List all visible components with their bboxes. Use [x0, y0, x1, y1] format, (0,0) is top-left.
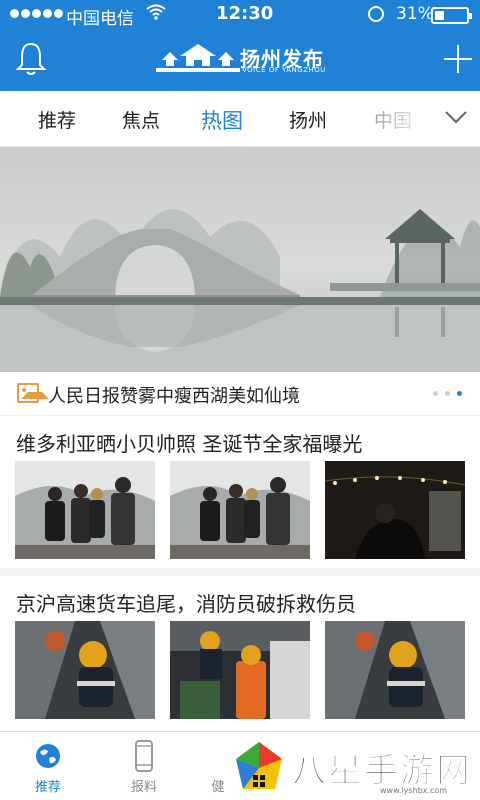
battery-percent: 31%	[396, 4, 434, 24]
signal-icon	[10, 9, 63, 18]
hero-caption-bar[interactable]: 人民日报赞雾中瘦西湖美如仙境	[0, 372, 480, 416]
carousel-dot	[445, 391, 450, 396]
app-logo: 扬州发布 VOICE OF YANGZHOU	[156, 42, 326, 76]
hero-image[interactable]	[0, 147, 480, 372]
rotation-lock-icon	[368, 6, 384, 22]
news-thumbnail[interactable]	[170, 461, 310, 559]
hero-caption: 人民日报赞雾中瘦西湖美如仙境	[48, 386, 300, 407]
carrier-label: 中国电信	[66, 9, 134, 29]
bell-icon[interactable]	[14, 41, 48, 77]
news-title[interactable]: 维多利亚晒小贝帅照 圣诞节全家福曝光	[16, 428, 362, 457]
carousel-dot-active	[457, 391, 462, 396]
news-thumbnail[interactable]	[170, 621, 310, 719]
battery-fill	[435, 11, 444, 20]
tab-focus[interactable]: 焦点	[122, 106, 160, 133]
tab-hot-pictures[interactable]: 热图	[201, 105, 243, 135]
watermark-logo-icon	[236, 742, 282, 789]
watermark: 八星手游网 www.lyshbx.com	[230, 735, 480, 800]
tabs-fade	[360, 91, 430, 146]
category-tabs: 推荐 焦点 热图 扬州 中国	[0, 91, 480, 147]
logo-subtitle: VOICE OF YANGZHOU	[242, 66, 326, 74]
clock: 12:30	[216, 3, 274, 24]
globe-icon	[36, 744, 60, 768]
news-thumbnail[interactable]	[325, 461, 465, 559]
watermark-text: 八星手游网	[292, 751, 472, 792]
image-icon	[17, 383, 49, 403]
wifi-icon	[146, 4, 166, 24]
section-divider	[0, 568, 480, 576]
nav-recommend-label: 推荐	[34, 780, 61, 795]
watermark-url: www.lyshbx.com	[380, 786, 448, 795]
status-bar: 中国电信 12:30 31%	[0, 0, 480, 30]
nav-recommend[interactable]: 推荐	[0, 732, 96, 800]
app-header: 中国电信 12:30 31% 扬州发布 VOICE OF YANGZHOU	[0, 0, 480, 91]
pavilion-logo-icon	[156, 44, 240, 72]
carousel-indicator	[433, 391, 462, 396]
news-title[interactable]: 京沪高速货车追尾，消防员破拆救伤员	[16, 588, 356, 617]
tab-yangzhou[interactable]: 扬州	[289, 106, 327, 133]
carousel-dot	[433, 391, 438, 396]
chevron-down-icon[interactable]	[444, 109, 468, 125]
battery-icon	[431, 7, 472, 24]
plus-icon[interactable]	[443, 44, 473, 74]
phone-icon	[135, 740, 153, 772]
news-thumbnail[interactable]	[15, 461, 155, 559]
tab-recommend[interactable]: 推荐	[38, 106, 76, 133]
news-thumbnail[interactable]	[325, 621, 465, 719]
news-thumbnail[interactable]	[15, 621, 155, 719]
